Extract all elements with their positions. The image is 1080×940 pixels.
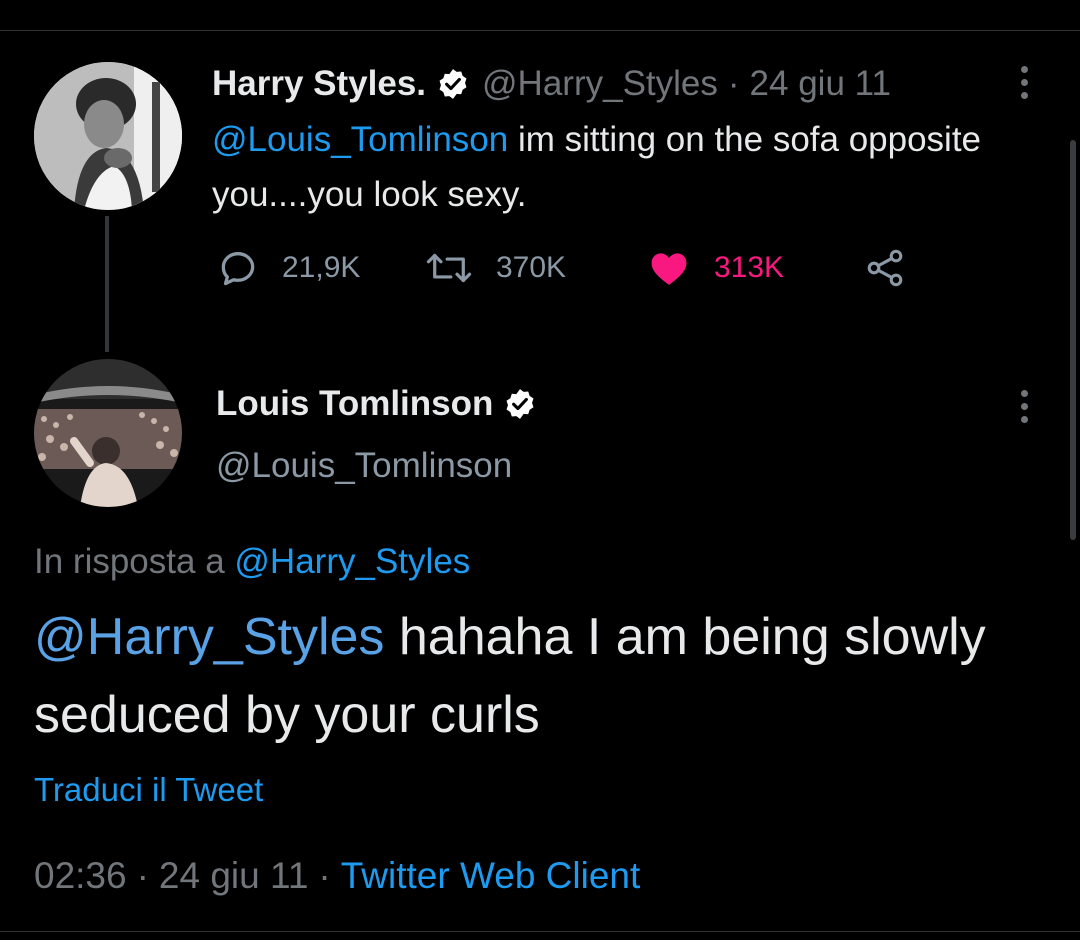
reply-prefix: In risposta a [34,542,235,581]
share-icon [862,246,908,290]
verified-badge-icon [436,67,470,101]
thread-connector-line [105,216,109,352]
separator-dot: · [727,64,740,103]
tweet-client-link[interactable]: Twitter Web Client [341,855,641,896]
separator-dot: · [136,855,149,896]
author-display-name[interactable]: Harry Styles. [212,62,426,106]
reply-to-link[interactable]: @Harry_Styles [234,542,470,581]
author-handle[interactable]: @Harry_Styles [482,62,718,106]
more-options-icon[interactable] [1018,66,1030,99]
separator-dot: · [318,855,331,896]
avatar[interactable] [34,359,182,507]
verified-badge-icon [503,387,537,421]
main-tweet-header: Louis Tomlinson [216,382,537,426]
more-options-icon[interactable] [1018,390,1030,423]
like-count: 313K [714,251,785,284]
reply-icon [216,246,260,290]
retweet-button[interactable]: 370K [424,246,566,290]
tweet-time[interactable]: 02:36 [34,855,127,896]
share-button[interactable] [862,246,908,290]
author-display-name[interactable]: Louis Tomlinson [216,382,493,426]
parent-tweet-header: Harry Styles. @Harry_Styles · 24 giu 11 [212,62,891,106]
retweet-count: 370K [496,251,567,284]
reply-count: 21,9K [282,251,361,284]
tweet-date[interactable]: 24 giu 11 [159,855,309,896]
mention-link[interactable]: @Harry_Styles [34,608,384,666]
tweet-actions: 21,9K 370K 313K [212,246,932,300]
top-divider [0,30,1080,31]
author-handle[interactable]: @Louis_Tomlinson [216,444,512,488]
mention-link[interactable]: @Louis_Tomlinson [212,120,508,159]
translate-tweet-link[interactable]: Traduci il Tweet [34,768,263,812]
avatar[interactable] [34,62,182,210]
like-button[interactable]: 313K [646,246,784,290]
retweet-icon [424,246,474,290]
reply-context: In risposta a @Harry_Styles [34,540,470,584]
heart-filled-icon [646,246,692,290]
reply-button[interactable]: 21,9K [216,246,360,290]
tweet-date[interactable]: 24 giu 11 [750,62,891,106]
bottom-divider [0,931,1080,932]
main-tweet-text: @Harry_Styles hahaha I am being slowly s… [34,598,1034,754]
tweet-metadata: 02:36 · 24 giu 11 · Twitter Web Client [34,852,640,900]
scrollbar[interactable] [1070,140,1076,540]
parent-tweet-text: @Louis_Tomlinson im sitting on the sofa … [212,112,1012,222]
